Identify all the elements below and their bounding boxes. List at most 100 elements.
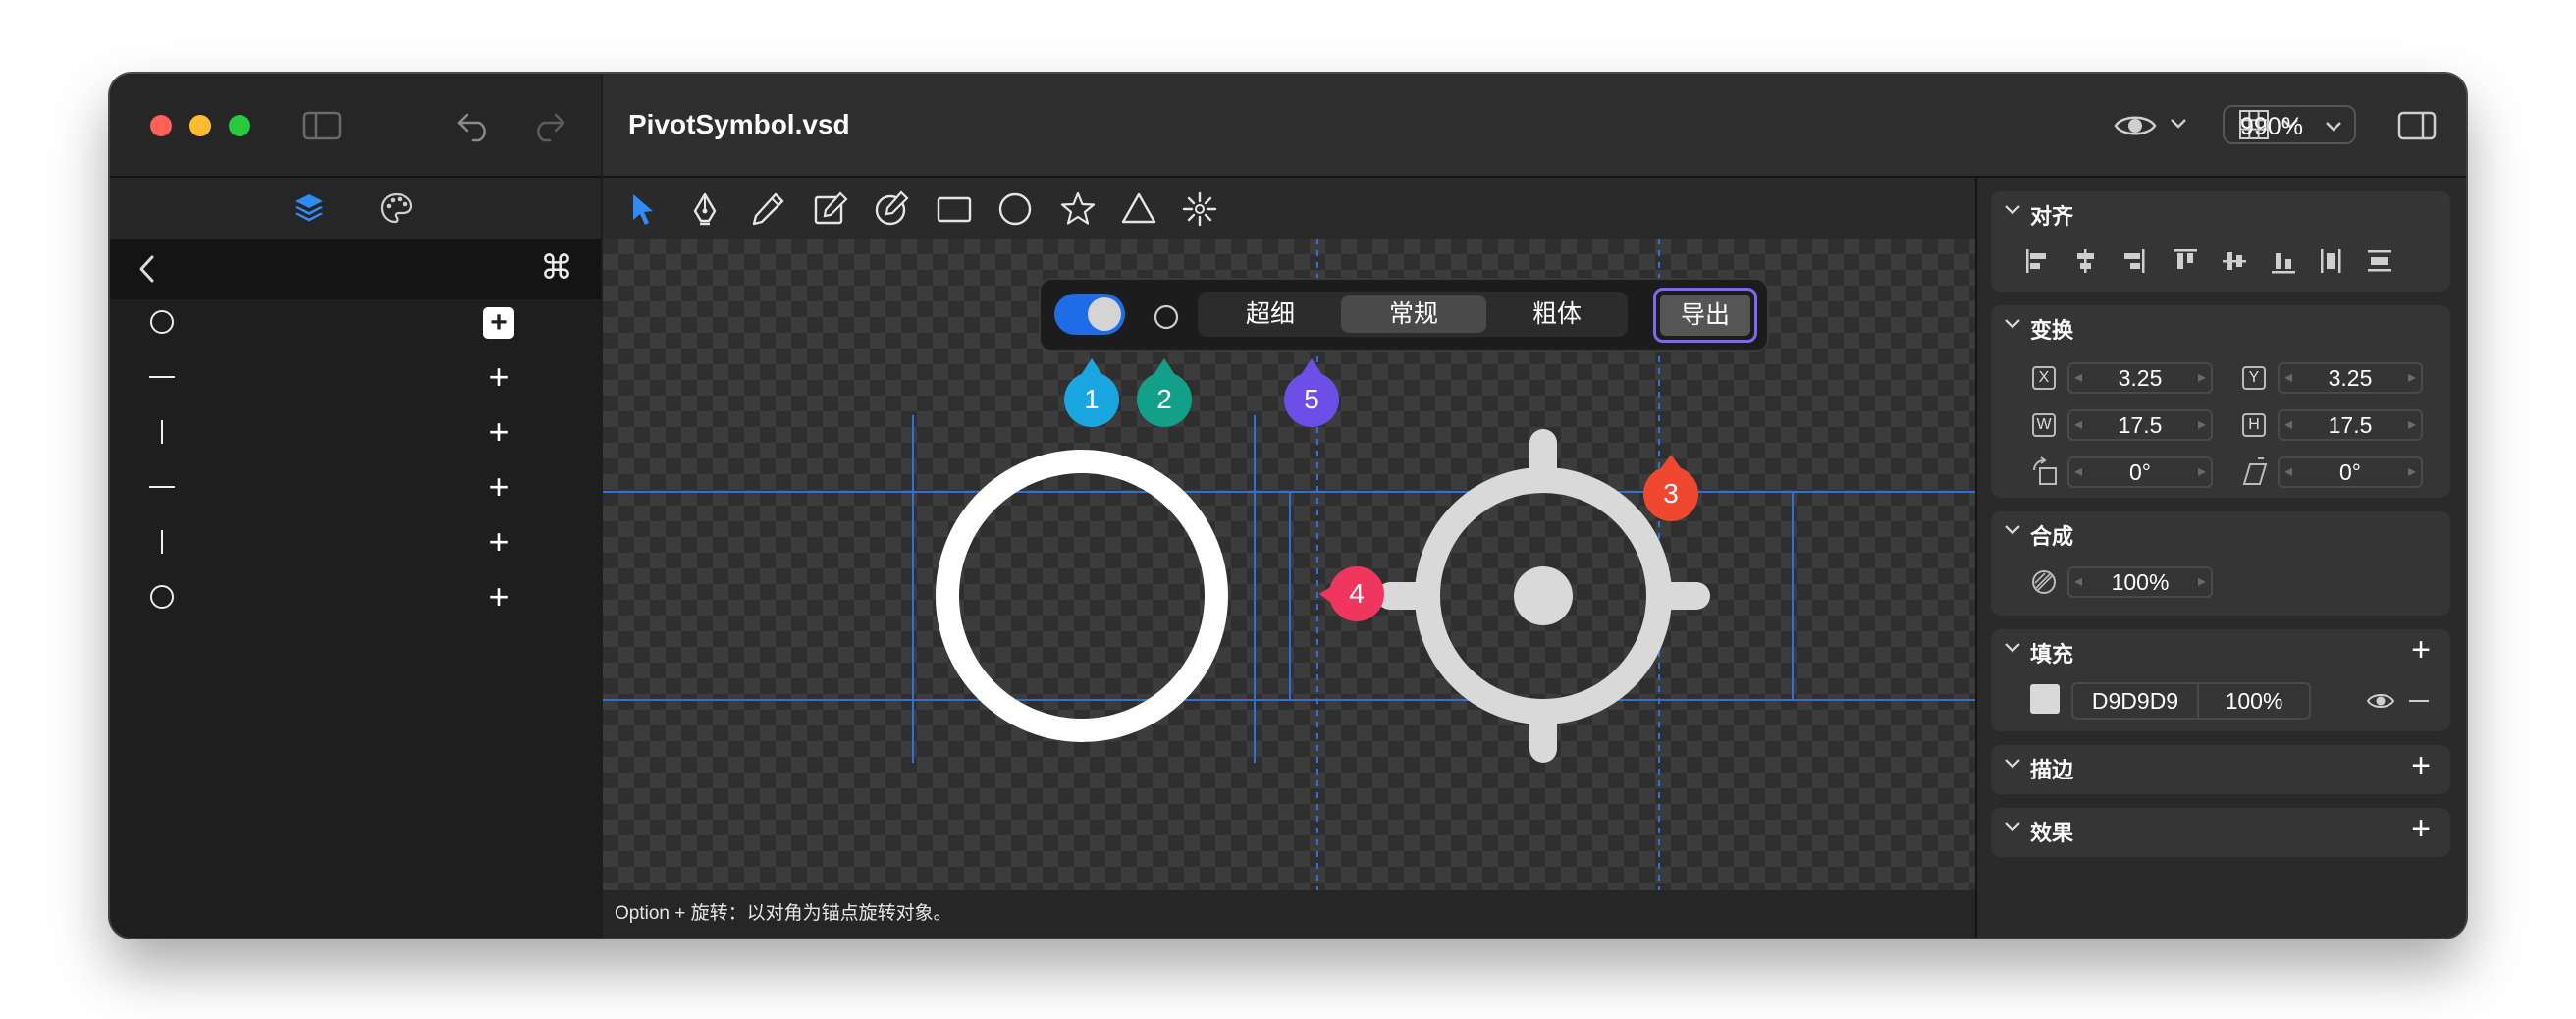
layer-row[interactable]: +	[110, 295, 601, 350]
align-title: 对齐	[2030, 204, 2074, 229]
zoom-select[interactable]: 990%	[2223, 105, 2356, 144]
stroke-section: 描边 +	[1991, 745, 2450, 794]
opacity-icon	[2032, 570, 2056, 594]
main-titlebar: PivotSymbol.vsd 990%	[603, 74, 2466, 178]
remove-fill-icon[interactable]	[2407, 690, 2431, 712]
layer-row[interactable]: +	[110, 460, 601, 515]
pencil-icon[interactable]	[748, 189, 787, 229]
select-arrow-icon[interactable]	[624, 189, 664, 229]
opacity-field[interactable]: ◂ 100% ▸	[2067, 566, 2213, 598]
compose-section: 合成 ◂ 100% ▸	[1991, 511, 2450, 616]
status-bar: Option + 旋转：以对角为锚点旋转对象。	[603, 890, 1975, 938]
transform-title: 变换	[2030, 318, 2074, 343]
visibility-eye-icon[interactable]	[2366, 690, 2395, 712]
fill-hex-value: D9D9D9	[2091, 688, 2179, 714]
x-value: 3.25	[2118, 365, 2163, 391]
vertical-line-icon	[161, 420, 163, 444]
h-label: H	[2242, 413, 2266, 437]
rotation-field[interactable]: ◂ 0° ▸	[2067, 456, 2213, 488]
width-value: 17.5	[2118, 412, 2163, 438]
y-value: 3.25	[2328, 365, 2373, 391]
layer-row[interactable]: +	[110, 515, 601, 570]
chevron-down-icon[interactable]	[2003, 635, 2022, 659]
x-field[interactable]: ◂ 3.25 ▸	[2067, 362, 2213, 394]
add-fill-button[interactable]: +	[2411, 631, 2431, 670]
circle-icon	[150, 585, 174, 609]
rectangle-icon[interactable]	[935, 189, 974, 229]
effects-section: 效果 +	[1991, 808, 2450, 857]
add-stroke-button[interactable]: +	[2411, 747, 2431, 785]
horizontal-line-icon	[149, 376, 175, 378]
chevron-down-icon[interactable]	[2003, 197, 2022, 221]
width-field[interactable]: ◂ 17.5 ▸	[2067, 409, 2213, 441]
height-value: 17.5	[2328, 412, 2373, 438]
document-title: PivotSymbol.vsd	[628, 109, 850, 139]
add-effect-button[interactable]: +	[2411, 810, 2431, 848]
add-layer-button[interactable]: +	[483, 524, 514, 560]
rotation-icon	[2033, 456, 2057, 485]
sidebar-toggle-icon[interactable]	[302, 111, 342, 140]
add-layer-button[interactable]: +	[483, 414, 514, 450]
circle-pen-icon[interactable]	[872, 189, 911, 229]
redo-icon[interactable]	[530, 109, 567, 142]
add-layer-button[interactable]: +	[483, 469, 514, 505]
y-label: Y	[2242, 366, 2266, 390]
fill-hex-field[interactable]: D9D9D9	[2071, 682, 2199, 720]
canvas[interactable]: 超细 常规 粗体 导出 1 2 5 3 4	[603, 239, 1975, 890]
layer-row[interactable]: +	[110, 350, 601, 405]
effects-title: 效果	[2030, 821, 2074, 845]
layer-row[interactable]: +	[110, 570, 601, 625]
add-layer-button[interactable]: +	[483, 307, 514, 339]
transform-section: 变换 X ◂ 3.25 ▸ Y ◂ 3.25 ▸ W ◂ 17.5 ▸ H ◂ 17.5 ▸	[1991, 305, 2450, 498]
pin-tails	[1079, 358, 1684, 606]
chevron-down-icon[interactable]	[2003, 814, 2022, 837]
fill-title: 填充	[2030, 642, 2074, 667]
chevron-down-icon[interactable]	[2003, 311, 2022, 335]
horizontal-line-icon	[149, 486, 175, 488]
align-toolbar-icons[interactable]	[2022, 246, 2435, 276]
layers-icon[interactable]	[293, 191, 326, 225]
star-icon[interactable]	[1058, 189, 1098, 229]
triangle-icon[interactable]	[1119, 189, 1158, 229]
undo-icon[interactable]	[456, 109, 493, 142]
y-field[interactable]: ◂ 3.25 ▸	[2278, 362, 2423, 394]
add-layer-button[interactable]: +	[483, 359, 514, 395]
view-eye-icon[interactable]	[2113, 111, 2158, 140]
inspector-panel: 对齐 变换 X ◂ 3.25 ▸ Y ◂ 3.25 ▸ W ◂ 17.5 ▸ H…	[1977, 178, 2466, 938]
x-label: X	[2032, 366, 2056, 390]
compose-title: 合成	[2030, 524, 2074, 549]
sidebar-titlebar	[110, 74, 601, 178]
palette-icon[interactable]	[379, 191, 414, 225]
edit-square-icon[interactable]	[811, 189, 850, 229]
stroke-title: 描边	[2030, 758, 2074, 782]
tool-row	[603, 178, 1975, 239]
fill-opacity-field[interactable]: 100%	[2197, 682, 2311, 720]
sidebar-tabs	[110, 178, 601, 239]
add-layer-button[interactable]: +	[483, 579, 514, 615]
fill-section: 填充 + D9D9D9 100%	[1991, 629, 2450, 731]
chevron-down-icon[interactable]	[2003, 517, 2022, 541]
height-field[interactable]: ◂ 17.5 ▸	[2278, 409, 2423, 441]
sidebar-nav: ⌘	[110, 239, 601, 299]
skew-value: 0°	[2339, 459, 2361, 485]
chevron-down-icon[interactable]	[2170, 117, 2187, 131]
rotation-value: 0°	[2129, 459, 2151, 485]
sparkle-icon[interactable]	[1180, 189, 1219, 229]
opacity-value: 100%	[2111, 569, 2170, 595]
layer-row[interactable]: +	[110, 405, 601, 460]
command-key-icon[interactable]: ⌘	[540, 248, 573, 288]
close-window-button[interactable]	[150, 115, 172, 136]
zoom-window-button[interactable]	[229, 115, 250, 136]
ellipse-icon[interactable]	[995, 189, 1035, 229]
main-area: PivotSymbol.vsd 990% 超细 常规 粗体 导出 1 2 5 3…	[603, 74, 2466, 938]
chevron-down-icon[interactable]	[2003, 751, 2022, 775]
minimize-window-button[interactable]	[189, 115, 211, 136]
back-icon[interactable]	[137, 254, 157, 284]
pen-icon[interactable]	[685, 189, 724, 229]
zoom-value: 990%	[2240, 113, 2303, 140]
skew-field[interactable]: ◂ 0° ▸	[2278, 456, 2423, 488]
fill-color-swatch[interactable]	[2030, 684, 2060, 714]
fill-opacity-value: 100%	[2225, 688, 2283, 714]
inspector-toggle-icon[interactable]	[2397, 111, 2437, 140]
circle-icon	[150, 310, 174, 334]
